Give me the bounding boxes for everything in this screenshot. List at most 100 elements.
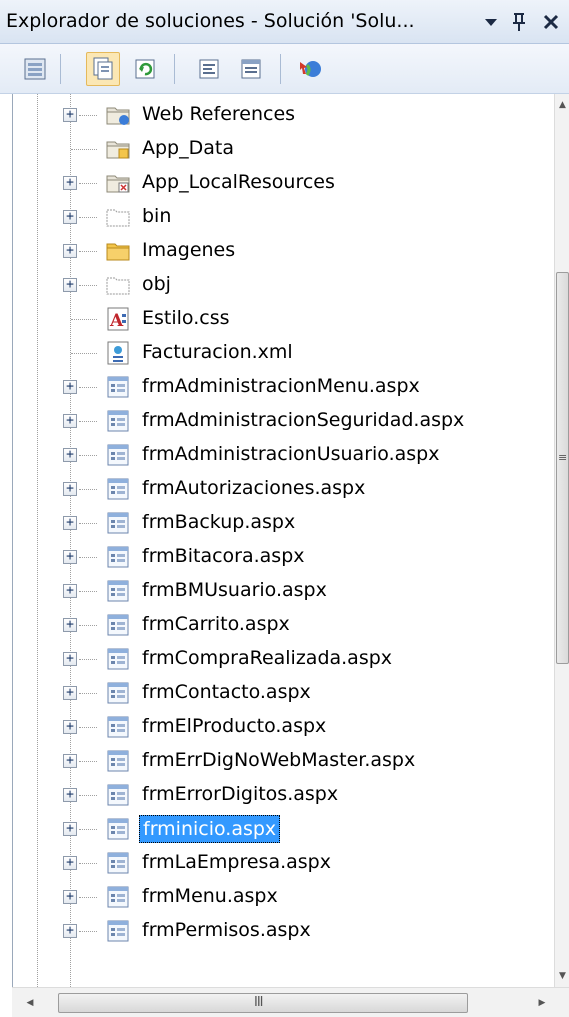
tree-item[interactable]: + frmAutorizaciones.aspx (13, 472, 554, 506)
tree-item-label[interactable]: App_Data (139, 135, 237, 163)
scroll-down-arrow-icon[interactable]: ▼ (555, 967, 569, 985)
horizontal-scroll-thumb[interactable]: III (58, 993, 468, 1013)
tree-item-label[interactable]: frmErrorDigitos.aspx (139, 781, 341, 809)
vertical-scroll-thumb[interactable]: ≡ (556, 272, 569, 664)
expand-plus-icon[interactable]: + (63, 754, 77, 768)
scroll-left-arrow-icon[interactable]: ◀ (22, 994, 38, 1012)
tree-item-label[interactable]: frmAdministracionUsuario.aspx (139, 441, 442, 469)
scroll-up-arrow-icon[interactable]: ▲ (555, 96, 569, 114)
tree-item[interactable]: + frmBackup.aspx (13, 506, 554, 540)
tree-item[interactable]: + App_LocalResources (13, 166, 554, 200)
folder-icon (105, 238, 131, 264)
tree-item[interactable]: + frmCarrito.aspx (13, 608, 554, 642)
tree-item-label[interactable]: frmBMUsuario.aspx (139, 577, 330, 605)
tree-item-label[interactable]: Web References (139, 101, 298, 129)
expand-plus-icon[interactable]: + (63, 244, 77, 258)
expand-plus-icon[interactable]: + (63, 924, 77, 938)
css-file-icon: A (105, 306, 131, 332)
tree-item-label[interactable]: frmBackup.aspx (139, 509, 298, 537)
tree-item-label[interactable]: frmErrDigNoWebMaster.aspx (139, 747, 418, 775)
expand-plus-icon[interactable]: + (63, 108, 77, 122)
tree-item[interactable]: + obj (13, 268, 554, 302)
tree-item-label[interactable]: frmAdministracionMenu.aspx (139, 373, 423, 401)
scroll-right-arrow-icon[interactable]: ▶ (534, 994, 550, 1012)
expand-plus-icon[interactable]: + (63, 856, 77, 870)
tree-item-label[interactable]: frmCarrito.aspx (139, 611, 293, 639)
tree-item[interactable]: + Imagenes (13, 234, 554, 268)
show-all-files-icon[interactable] (86, 52, 120, 86)
tree-item-label[interactable]: frmLaEmpresa.aspx (139, 849, 334, 877)
expand-plus-icon[interactable]: + (63, 890, 77, 904)
auto-hide-pin-icon[interactable] (506, 8, 532, 36)
tree-item[interactable]: + bin (13, 200, 554, 234)
tree-item-label[interactable]: App_LocalResources (139, 169, 338, 197)
tree-item-label[interactable]: obj (139, 271, 174, 299)
tree-item-label[interactable]: frmPermisos.aspx (139, 917, 314, 945)
tree-item[interactable]: A Estilo.css (13, 302, 554, 336)
tree-item-label[interactable]: Imagenes (139, 237, 238, 265)
expand-plus-icon[interactable]: + (63, 448, 77, 462)
tree-item[interactable]: + frmBitacora.aspx (13, 540, 554, 574)
properties-icon[interactable] (18, 52, 52, 86)
tree-item[interactable]: + frmLaEmpresa.aspx (13, 846, 554, 880)
close-icon[interactable] (538, 8, 564, 36)
tree-item[interactable]: + frmErrDigNoWebMaster.aspx (13, 744, 554, 778)
tree-item-label[interactable]: Estilo.css (139, 305, 233, 333)
expand-plus-icon[interactable]: + (63, 380, 77, 394)
expand-plus-icon[interactable]: + (63, 414, 77, 428)
solution-tree[interactable]: + Web References App_Data + App_LocalResourc… (12, 94, 554, 987)
tree-item-label[interactable]: frmAdministracionSeguridad.aspx (139, 407, 467, 435)
tree-item[interactable]: + Web References (13, 98, 554, 132)
tree-item[interactable]: + frmContacto.aspx (13, 676, 554, 710)
tree-item-label[interactable]: frmContacto.aspx (139, 679, 314, 707)
tree-item-label[interactable]: frmCompraRealizada.aspx (139, 645, 395, 673)
tree-item[interactable]: + frmCompraRealizada.aspx (13, 642, 554, 676)
expand-plus-icon[interactable]: + (63, 176, 77, 190)
aspx-file-icon (105, 408, 131, 434)
tree-item[interactable]: + frmBMUsuario.aspx (13, 574, 554, 608)
expand-plus-icon[interactable]: + (63, 550, 77, 564)
tree-item-label[interactable]: frmAutorizaciones.aspx (139, 475, 368, 503)
tree-item[interactable]: + frmAdministracionMenu.aspx (13, 370, 554, 404)
vertical-scrollbar[interactable]: ▲ ≡ ▼ (554, 94, 569, 987)
tree-item[interactable]: + frmErrorDigitos.aspx (13, 778, 554, 812)
expand-plus-icon[interactable]: + (63, 516, 77, 530)
expand-plus-icon[interactable]: + (63, 482, 77, 496)
expand-plus-icon[interactable]: + (63, 584, 77, 598)
tree-item-label[interactable]: frmElProducto.aspx (139, 713, 329, 741)
tree-item[interactable]: App_Data (13, 132, 554, 166)
tree-item[interactable]: + frmElProducto.aspx (13, 710, 554, 744)
tree-item[interactable]: + frmPermisos.aspx (13, 914, 554, 948)
aspx-file-icon (105, 646, 131, 672)
expand-plus-icon[interactable]: + (63, 652, 77, 666)
tree-connector (79, 455, 97, 456)
tree-item-label[interactable]: Facturacion.xml (139, 339, 296, 367)
tree-item-label[interactable]: frminicio.aspx (139, 815, 281, 843)
expand-plus-icon[interactable]: + (63, 686, 77, 700)
window-position-dropdown-icon[interactable] (478, 8, 504, 36)
horizontal-scrollbar[interactable]: ◀ III ▶ (12, 987, 569, 1017)
expand-plus-icon[interactable]: + (63, 618, 77, 632)
expand-plus-icon[interactable]: + (63, 822, 77, 836)
tree-connector (79, 591, 97, 592)
aspx-file-icon (105, 748, 131, 774)
expand-plus-icon[interactable]: + (63, 278, 77, 292)
tree-item-label[interactable]: bin (139, 203, 174, 231)
expand-plus-icon[interactable]: + (63, 720, 77, 734)
tree-item[interactable]: + frmAdministracionSeguridad.aspx (13, 404, 554, 438)
tree-connector (79, 285, 97, 286)
expand-plus-icon[interactable]: + (63, 788, 77, 802)
refresh-icon[interactable] (128, 52, 162, 86)
tree-item-label[interactable]: frmBitacora.aspx (139, 543, 308, 571)
copy-website-icon[interactable] (294, 52, 328, 86)
view-code-icon[interactable] (192, 52, 226, 86)
aspx-file-icon (105, 680, 131, 706)
tree-item-label[interactable]: frmMenu.aspx (139, 883, 281, 911)
tree-item[interactable]: + frminicio.aspx (13, 812, 554, 846)
tree-item[interactable]: + frmAdministracionUsuario.aspx (13, 438, 554, 472)
view-designer-icon[interactable] (234, 52, 268, 86)
expand-plus-icon[interactable]: + (63, 210, 77, 224)
tree-connector (79, 183, 97, 184)
tree-item[interactable]: + frmMenu.aspx (13, 880, 554, 914)
tree-item[interactable]: Facturacion.xml (13, 336, 554, 370)
